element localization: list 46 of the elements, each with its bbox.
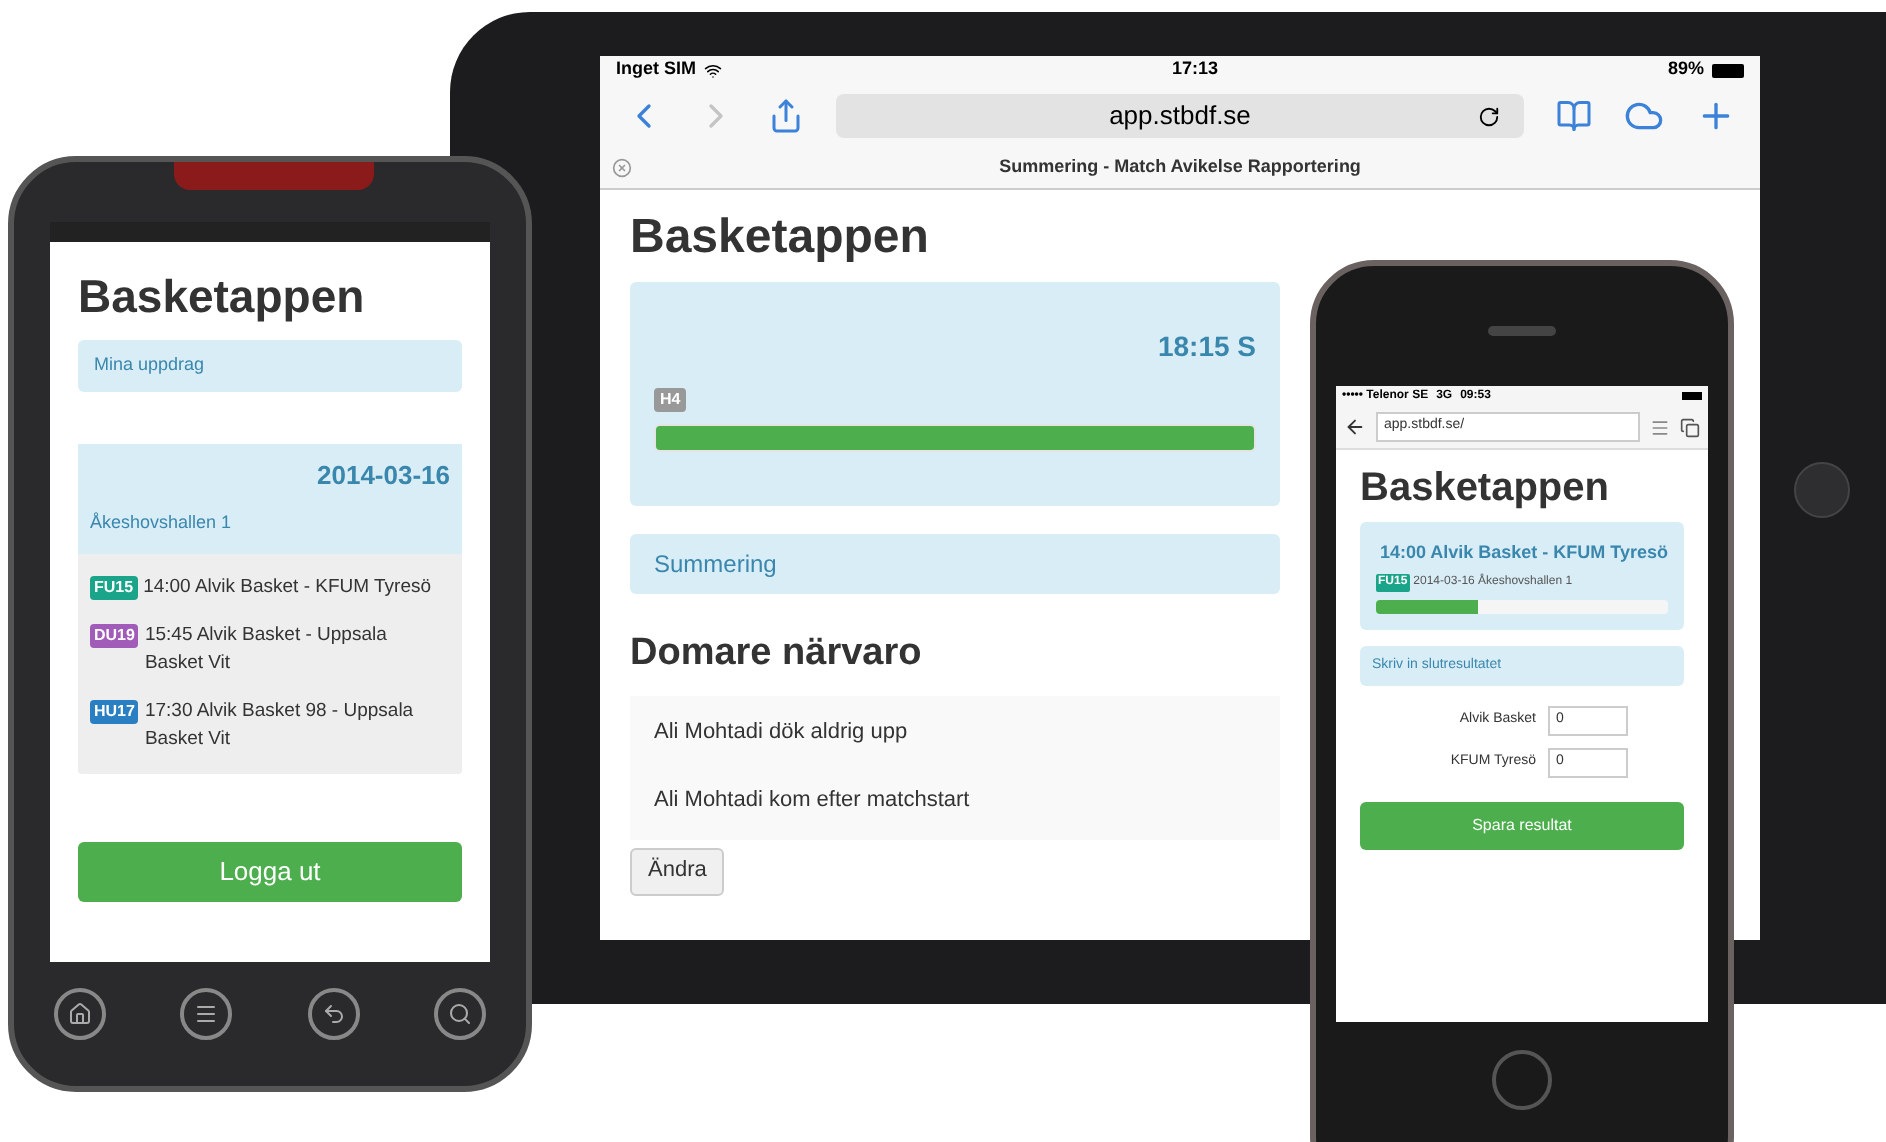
search-icon [447, 1002, 472, 1026]
attendance-item: Ali Mohtadi dök aldrig upp [654, 718, 908, 749]
age-group-badge: HU17 [90, 699, 139, 723]
venue-label: Åkeshovshallen 1 [90, 510, 234, 536]
earpiece-slot [1488, 326, 1556, 336]
match-text[interactable]: 14:00 Alvik Basket - KFUM Tyresö [143, 573, 432, 601]
address-bar[interactable]: app.stbdf.se [836, 94, 1524, 138]
menu-key[interactable] [180, 988, 233, 1040]
battery-label: 89% [1667, 56, 1704, 83]
url-text: app.stbdf.se [1109, 98, 1251, 135]
match-text[interactable]: 15:45 Alvik Basket - Uppsala Basket Vit [144, 621, 450, 677]
age-group-badge: DU19 [90, 623, 139, 647]
share-icon[interactable] [768, 98, 804, 134]
reload-icon[interactable] [1478, 105, 1500, 127]
section-label: Summering [654, 548, 777, 582]
home-icon [68, 1002, 92, 1026]
home-button[interactable] [1492, 1050, 1552, 1110]
match-time: 18:15 S [1157, 328, 1256, 366]
carrier-label: Inget SIM [616, 56, 696, 83]
tab-title[interactable]: Summering - Match Avikelse Rapportering [999, 154, 1361, 182]
page-title: Basketappen [630, 208, 931, 268]
section-heading: Domare närvaro [630, 630, 924, 678]
battery-icon [1682, 392, 1702, 400]
search-key[interactable] [433, 988, 486, 1040]
home-key[interactable] [54, 988, 106, 1040]
close-tab-icon[interactable] [612, 158, 632, 178]
page-title: Basketappen [1360, 464, 1611, 514]
match-text[interactable]: 17:30 Alvik Basket 98 - Uppsala Basket Vit [144, 697, 450, 753]
age-group-badge: FU15 [90, 575, 138, 599]
date-label: 2014-03-16 [317, 457, 450, 493]
back-key[interactable] [307, 988, 360, 1040]
age-group-badge: H4 [654, 388, 687, 412]
page-title: Basketappen [78, 268, 367, 326]
edit-button[interactable]: Ändra [630, 847, 725, 895]
battery-icon [1711, 63, 1744, 77]
bookmarks-icon[interactable] [1556, 98, 1592, 134]
match-title: 14:00 Alvik Basket - KFUM Tyresö [1377, 540, 1668, 566]
clock-label: 17:13 [1171, 56, 1218, 83]
attendance-item: Ali Mohtadi kom efter matchstart [654, 786, 970, 817]
nav-label: Mina uppdrag [94, 351, 205, 378]
back-icon [321, 1002, 346, 1026]
menu-icon[interactable] [1650, 417, 1670, 437]
back-icon[interactable] [1344, 416, 1366, 438]
wifi-icon [704, 61, 722, 79]
tabs-icon[interactable] [1680, 417, 1700, 437]
menu-icon [194, 1002, 219, 1026]
